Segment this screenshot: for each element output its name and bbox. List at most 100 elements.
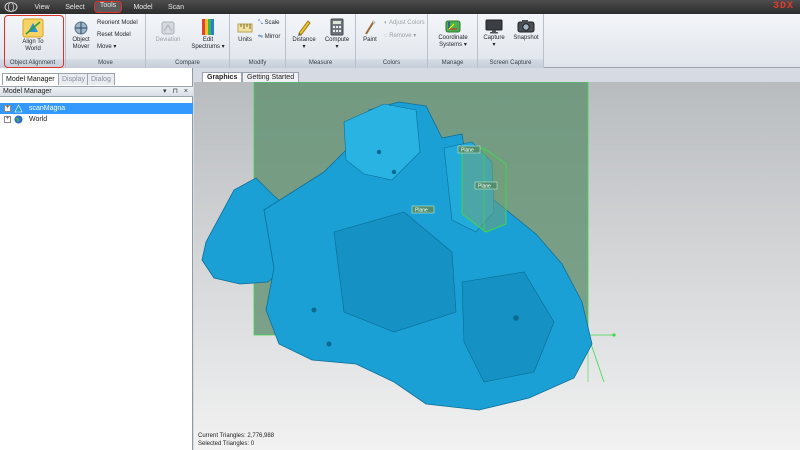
chevron-down-icon: ▾: [111, 44, 117, 50]
adjust-colors-button[interactable]: ◐ Adjust Colors: [384, 20, 425, 27]
group-compare: Deviation Edit Spectrums ▾ Compare: [146, 14, 230, 68]
panel-tabs: Model Manager Display Dialog: [0, 73, 193, 85]
move-dropdown-button[interactable]: Move ▾: [97, 44, 116, 51]
model-hole: [326, 341, 332, 347]
plane-label-2[interactable]: Plane: [474, 181, 498, 190]
document-tabs: Graphics Getting Started: [194, 70, 800, 82]
expand-toggle-icon[interactable]: +: [4, 105, 11, 112]
group-screen-capture: Capture ▾ Snapshot Screen Capture: [478, 14, 544, 68]
scale-button[interactable]: ⤡ Scale: [258, 20, 280, 27]
object-mover-icon: [74, 21, 88, 35]
chevron-down-icon: ▾: [335, 44, 339, 50]
edit-spectrums-label-2-wrap: Spectrums ▾: [188, 44, 228, 51]
scale-label: Scale: [264, 20, 280, 26]
capture-button[interactable]: Capture ▾: [480, 18, 508, 49]
expand-toggle-icon[interactable]: +: [4, 116, 11, 123]
tree-item-world[interactable]: + World: [0, 114, 193, 125]
plane-handle[interactable]: [612, 333, 616, 337]
mirror-label: Mirror: [264, 34, 281, 40]
plane-label-1[interactable]: Plane: [457, 145, 481, 154]
model-manager-title: Model Manager: [3, 88, 52, 95]
remove-colors-button[interactable]: ◌ Remove ▾: [384, 33, 416, 40]
triangle-status: Current Triangles: 2,776,988 Selected Tr…: [198, 432, 274, 448]
adjust-colors-label: Adjust Colors: [388, 20, 425, 26]
app-window: View Select Tools Model Scan 3DX Align T…: [0, 0, 800, 450]
tree-item-label: scanMagna: [29, 105, 66, 112]
chevron-down-icon: ▾: [220, 44, 225, 50]
group-manage: Coordinate Systems ▾ Manage: [428, 14, 478, 68]
group-label-measure: Measure: [286, 59, 355, 68]
chevron-down-icon: ▾: [302, 44, 306, 50]
plane-label-3[interactable]: Plane: [411, 205, 435, 214]
reorient-model-button[interactable]: Reorient Model: [97, 20, 138, 27]
scene-canvas[interactable]: Plane Plane Plane: [194, 82, 800, 450]
tab-display[interactable]: Display: [58, 73, 89, 85]
model-hole: [376, 149, 382, 155]
group-label-object-alignment: Object Alignment: [0, 59, 65, 68]
compute-label: Compute: [324, 37, 350, 43]
units-label: Units: [238, 37, 252, 43]
tab-getting-started[interactable]: Getting Started: [242, 72, 300, 82]
deviation-icon: [161, 21, 175, 35]
left-panel: Model Manager Display Dialog Model Manag…: [0, 68, 193, 450]
units-icon: [237, 23, 253, 33]
align-to-world-button[interactable]: Align To World: [8, 18, 58, 53]
group-object-alignment: Align To World Object Alignment: [0, 14, 66, 68]
menu-model[interactable]: Model: [130, 2, 156, 13]
model-hole: [391, 169, 397, 175]
coordinate-systems-label-2: Systems: [439, 42, 463, 48]
tab-graphics[interactable]: Graphics: [202, 72, 243, 82]
snapshot-label: Snapshot: [513, 35, 539, 41]
group-modify: Units ⤡ Scale ⇋ Mirror Modify: [230, 14, 286, 68]
object-mover-label-2: Mover: [72, 44, 90, 50]
group-measure: Distance ▾ Compute ▾ Measure: [286, 14, 356, 68]
menu-view[interactable]: View: [30, 2, 54, 13]
paint-button[interactable]: Paint: [358, 18, 382, 44]
camera-icon: [517, 20, 535, 33]
group-label-compare: Compare: [146, 59, 229, 68]
reset-model-button[interactable]: Reset Model: [97, 32, 131, 39]
edit-spectrums-button[interactable]: Edit Spectrums ▾: [188, 18, 228, 51]
group-colors: Paint ◐ Adjust Colors ◌ Remove ▾ Colors: [356, 14, 428, 68]
menu-bar: View Select Tools Model Scan 3DX: [0, 0, 800, 14]
menu-tools[interactable]: Tools: [94, 1, 122, 13]
tab-dialog[interactable]: Dialog: [87, 73, 115, 85]
align-to-world-label-2: World: [25, 46, 41, 52]
pencil-icon: [298, 20, 311, 36]
edit-spectrums-label-2: Spectrums: [191, 44, 220, 50]
distance-button[interactable]: Distance ▾: [288, 18, 320, 51]
menu-select[interactable]: Select: [62, 2, 88, 13]
coordinate-systems-button[interactable]: Coordinate Systems ▾: [431, 18, 475, 49]
menu-scan[interactable]: Scan: [164, 2, 188, 13]
chevron-down-icon: ▾: [411, 33, 417, 39]
remove-icon: ◌: [384, 33, 388, 39]
align-to-world-icon: [22, 18, 44, 38]
selected-triangles: Selected Triangles: 0: [198, 441, 255, 447]
model-manager-header: Model Manager ▾ ⊓ ×: [0, 86, 193, 97]
globe-icon: [14, 115, 23, 124]
graphics-viewport[interactable]: Plane Plane Plane Current Triangles: 2,7…: [194, 82, 800, 450]
capture-label: Capture: [483, 35, 505, 41]
units-button[interactable]: Units: [233, 20, 257, 44]
app-logo-icon[interactable]: [4, 1, 18, 13]
adjust-colors-icon: ◐: [384, 20, 388, 26]
plane-label-text: Plane: [415, 208, 428, 214]
paint-label: Paint: [363, 37, 377, 43]
paint-brush-icon: [365, 20, 376, 35]
tab-model-manager[interactable]: Model Manager: [2, 73, 59, 85]
brand-logo: 3DX: [772, 1, 794, 12]
group-label-manage: Manage: [428, 59, 477, 68]
deviation-button[interactable]: Deviation: [150, 20, 186, 44]
object-mover-button[interactable]: Object Mover: [68, 20, 94, 51]
mirror-button[interactable]: ⇋ Mirror: [258, 34, 280, 41]
model-hole: [513, 315, 519, 321]
coordinate-systems-icon: [445, 20, 461, 33]
tree-item-scanmagna[interactable]: + scanMagna: [0, 103, 193, 114]
plane-label-text: Plane: [461, 148, 474, 154]
coordinate-systems-label-1: Coordinate: [438, 35, 468, 41]
group-move: Object Mover Reorient Model Reset Model …: [66, 14, 146, 68]
compute-button[interactable]: Compute ▾: [321, 18, 353, 51]
panel-window-controls[interactable]: ▾ ⊓ ×: [163, 87, 190, 97]
snapshot-button[interactable]: Snapshot: [510, 18, 542, 42]
object-mover-label-1: Object: [72, 37, 90, 43]
